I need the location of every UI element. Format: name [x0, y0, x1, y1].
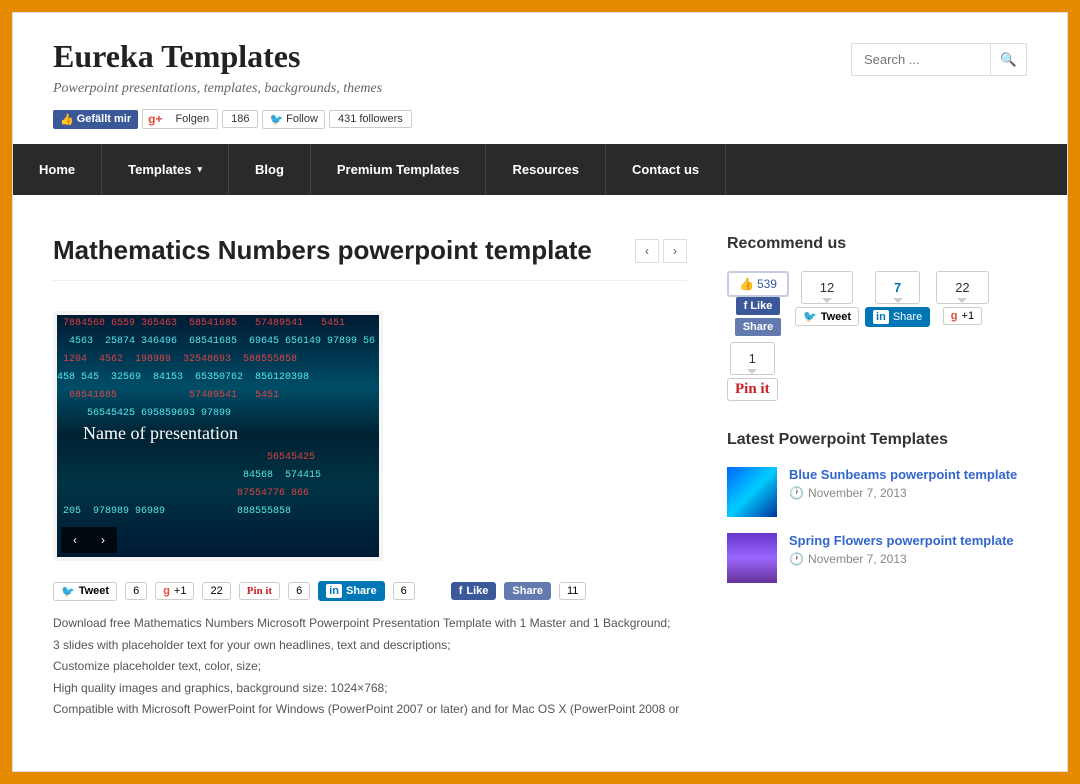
chevron-down-icon: ▾: [197, 164, 202, 175]
nav-blog[interactable]: Blog: [229, 144, 311, 195]
search-icon: 🔍: [1000, 52, 1017, 68]
rec-tw-count: 12: [801, 271, 853, 304]
main-nav: Home Templates▾ Blog Premium Templates R…: [13, 144, 1067, 195]
share-row: 🐦Tweet 6 g+1 22 Pin it 6 inShare 6 fLike…: [53, 581, 687, 601]
thumbnail[interactable]: [727, 467, 777, 517]
linkedin-icon: in: [873, 310, 889, 324]
latest-link[interactable]: Blue Sunbeams powerpoint template: [789, 467, 1027, 482]
rec-pinit-button[interactable]: Pin it: [727, 378, 778, 401]
description: Download free Mathematics Numbers Micros…: [53, 613, 687, 721]
slide-prev[interactable]: ‹: [61, 527, 89, 553]
sidebar: Recommend us 👍539 fLike Share 12 🐦Tweet …: [727, 235, 1027, 721]
slide-next[interactable]: ›: [89, 527, 117, 553]
twitter-follow-button[interactable]: 🐦Follow: [262, 110, 325, 129]
twitter-icon: 🐦: [803, 310, 817, 323]
social-row: 👍Gefällt mir g+Folgen 186 🐦Follow 431 fo…: [53, 109, 412, 129]
tweet-count: 6: [125, 582, 147, 600]
facebook-icon: f: [459, 585, 463, 597]
linkedin-count: 6: [393, 582, 415, 600]
fb-count: 11: [559, 582, 586, 600]
fb-share-button[interactable]: Share: [504, 582, 551, 600]
nav-home[interactable]: Home: [13, 144, 102, 195]
gplus-count: 186: [222, 110, 258, 128]
next-post-button[interactable]: ›: [663, 239, 687, 263]
tagline: Powerpoint presentations, templates, bac…: [53, 81, 412, 97]
nav-resources[interactable]: Resources: [486, 144, 605, 195]
gplus-follow-button[interactable]: g+Folgen: [142, 109, 218, 129]
nav-contact[interactable]: Contact us: [606, 144, 726, 195]
thumb-up-icon: 👍: [60, 113, 74, 126]
rec-gp-count: 22: [936, 271, 988, 304]
rec-pin-count: 1: [730, 342, 775, 375]
page-title: Mathematics Numbers powerpoint template: [53, 235, 592, 266]
twitter-followers: 431 followers: [329, 110, 412, 128]
search-button[interactable]: 🔍: [991, 43, 1027, 76]
thumb-up-icon: 👍: [739, 277, 754, 291]
gplus-icon: g: [951, 310, 958, 322]
gplus-icon: g+: [143, 110, 167, 128]
fb-thumb-count: 👍539: [727, 271, 789, 297]
twitter-icon: 🐦: [61, 585, 75, 598]
latest-item: Spring Flowers powerpoint template 🕐Nove…: [727, 533, 1027, 583]
gplus-button[interactable]: g+1: [155, 582, 194, 600]
latest-item: Blue Sunbeams powerpoint template 🕐Novem…: [727, 467, 1027, 517]
nav-premium[interactable]: Premium Templates: [311, 144, 487, 195]
header: Eureka Templates Powerpoint presentation…: [13, 13, 1067, 144]
template-preview[interactable]: 7884568 6559 365463 58541685 57489541 54…: [53, 311, 383, 561]
search-form: 🔍: [851, 43, 1027, 76]
rec-gplus-button[interactable]: g+1: [943, 307, 982, 325]
latest-link[interactable]: Spring Flowers powerpoint template: [789, 533, 1027, 548]
facebook-icon: f: [744, 300, 748, 312]
tweet-button[interactable]: 🐦Tweet: [53, 582, 117, 601]
linkedin-icon: in: [326, 584, 342, 598]
prev-post-button[interactable]: ‹: [635, 239, 659, 263]
latest-date: 🕐November 7, 2013: [789, 486, 1027, 500]
nav-templates[interactable]: Templates▾: [102, 144, 229, 195]
rec-fb-like[interactable]: fLike: [736, 297, 781, 315]
rec-tweet-button[interactable]: 🐦Tweet: [795, 307, 859, 326]
gplus-count: 22: [202, 582, 230, 600]
recommend-title: Recommend us: [727, 235, 1027, 253]
facebook-like-button[interactable]: 👍Gefällt mir: [53, 110, 138, 129]
preview-title: Name of presentation: [83, 423, 238, 444]
clock-icon: 🕐: [789, 552, 804, 566]
linkedin-button[interactable]: inShare: [318, 581, 384, 601]
pinit-count: 6: [288, 582, 310, 600]
rec-linkedin-button[interactable]: inShare: [865, 307, 930, 327]
latest-title: Latest Powerpoint Templates: [727, 431, 1027, 449]
search-input[interactable]: [851, 43, 991, 76]
twitter-icon: 🐦: [269, 113, 283, 126]
site-title[interactable]: Eureka Templates: [53, 38, 412, 75]
clock-icon: 🕐: [789, 486, 804, 500]
page-head: Mathematics Numbers powerpoint template …: [53, 235, 687, 281]
pinit-button[interactable]: Pin it: [239, 582, 280, 600]
rec-fb-share[interactable]: Share: [735, 318, 782, 336]
fb-like-button[interactable]: fLike: [451, 582, 497, 600]
latest-date: 🕐November 7, 2013: [789, 552, 1027, 566]
gplus-icon: g: [163, 585, 170, 597]
rec-li-count: 7: [875, 271, 920, 304]
thumbnail[interactable]: [727, 533, 777, 583]
